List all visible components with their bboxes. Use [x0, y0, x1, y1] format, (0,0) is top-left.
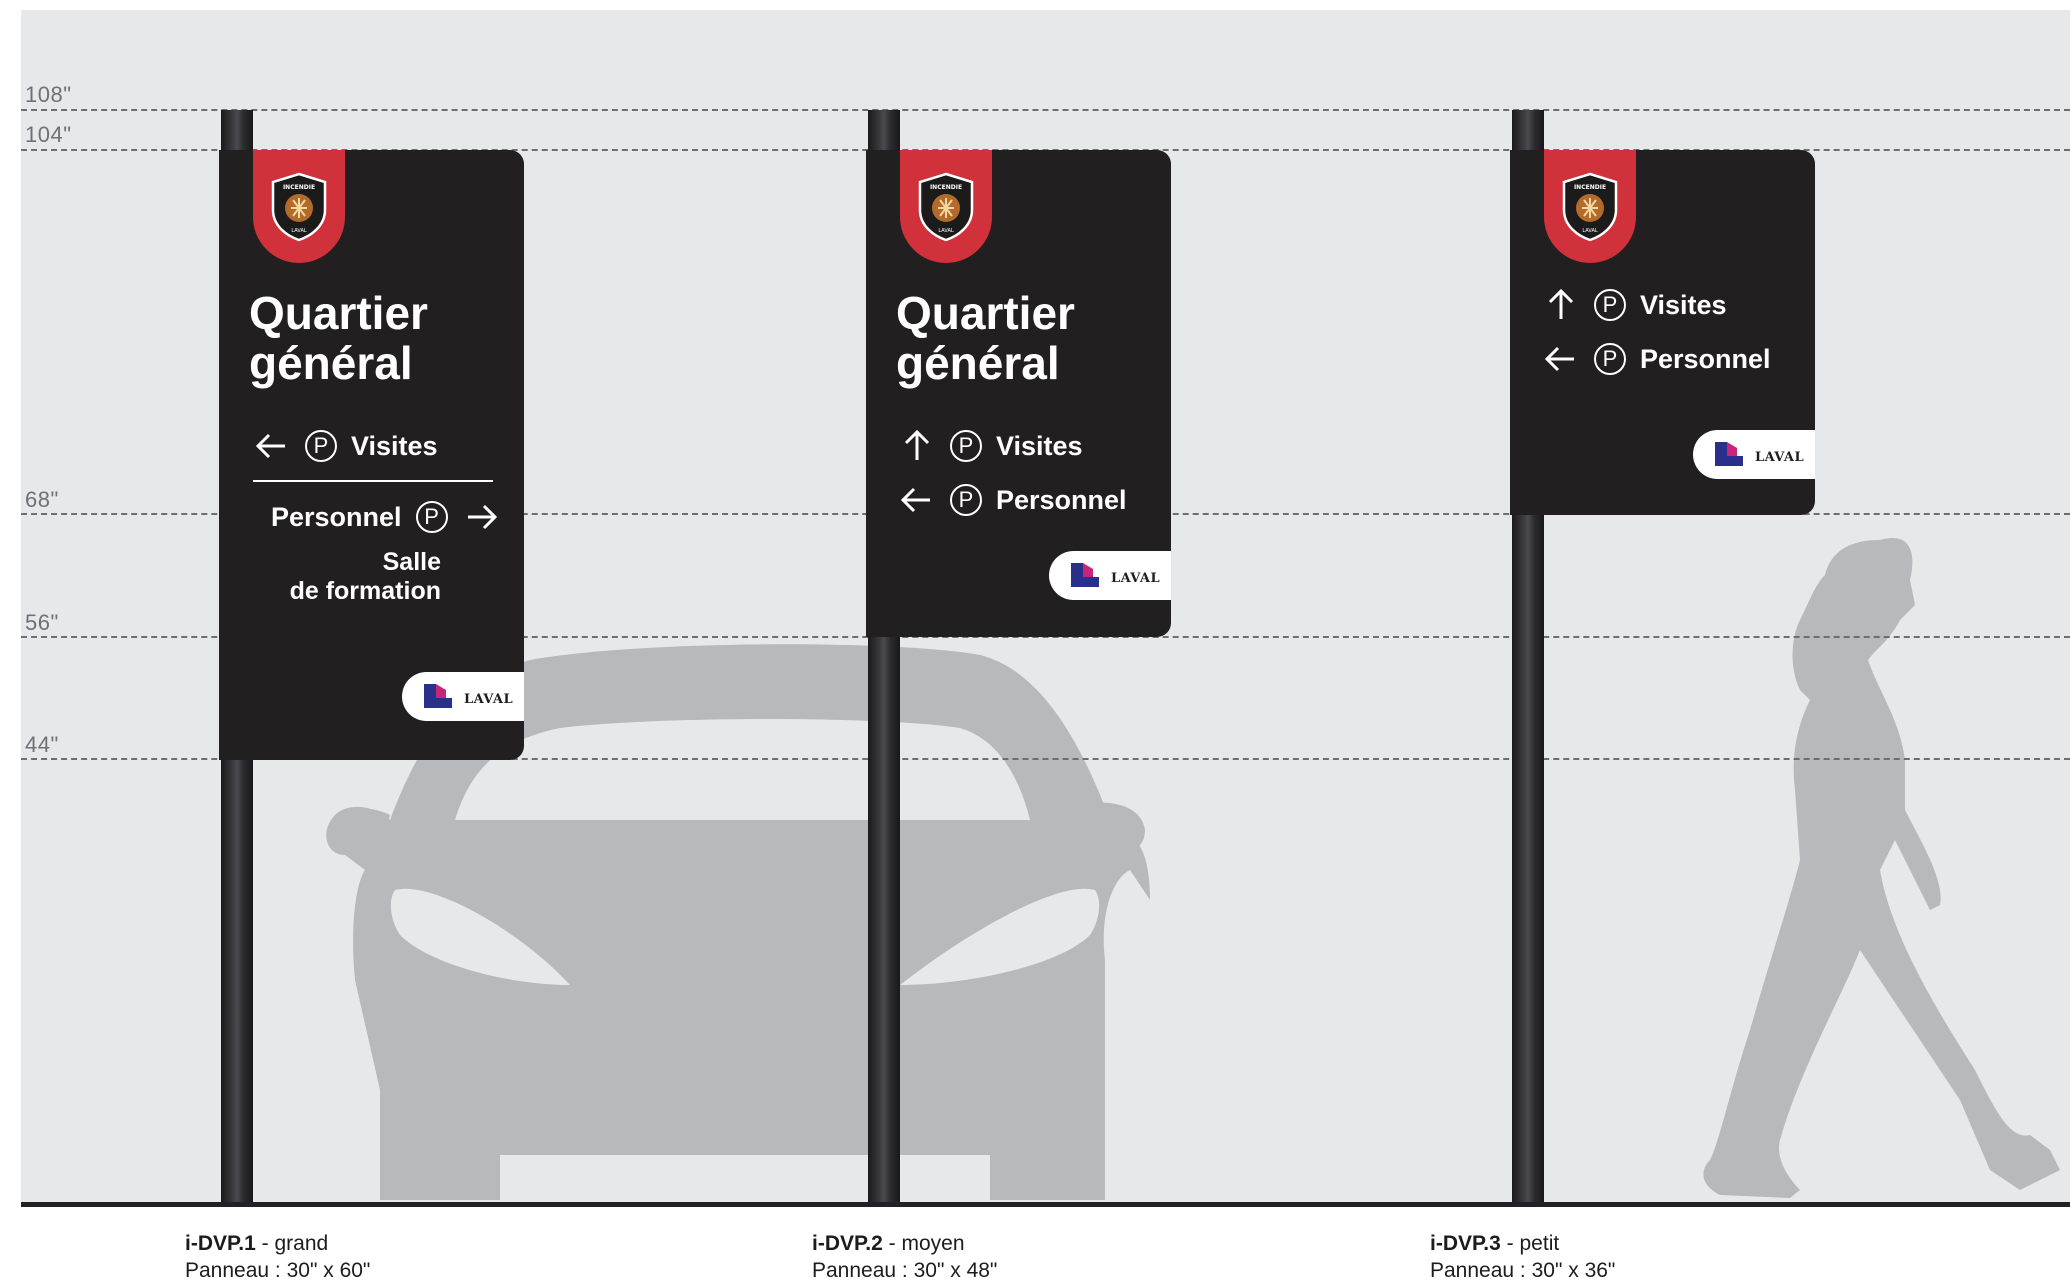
laval-logo-text: LAVAL	[1755, 450, 1805, 465]
laval-logo-text: LAVAL	[1111, 571, 1161, 586]
caption-dvp3: i-DVP.3 - petit Panneau : 30" x 36"	[1430, 1230, 1615, 1284]
directional-row-personnel: P Personnel	[1542, 340, 1771, 378]
personnel-label: Personnel	[271, 501, 402, 532]
svg-text:INCENDIE: INCENDIE	[1574, 184, 1606, 191]
parking-icon: P	[305, 430, 337, 462]
title-line-1: Quartier	[249, 287, 428, 339]
height-label-44: 44"	[25, 732, 59, 757]
title-line-1: Quartier	[896, 287, 1075, 339]
svg-text:LAVAL: LAVAL	[938, 228, 954, 234]
caption-code: i-DVP.1	[185, 1232, 256, 1255]
sign-panel-large: INCENDIE LAVAL Quartier général P Visite…	[219, 150, 524, 760]
caption-panel-size: Panneau : 30" x 36"	[1430, 1259, 1616, 1282]
caption-panel-size: Panneau : 30" x 60"	[185, 1259, 371, 1282]
personnel-label: Personnel	[1640, 343, 1771, 374]
svg-text:INCENDIE: INCENDIE	[283, 184, 315, 191]
arrow-left-icon	[900, 487, 930, 513]
title-line-2: général	[249, 337, 413, 389]
laval-logo-pill: LAVAL	[1049, 551, 1171, 600]
laval-logo-icon	[424, 684, 452, 708]
laval-logo-icon	[1071, 563, 1099, 587]
caption-dvp2: i-DVP.2 - moyen Panneau : 30" x 48"	[812, 1230, 997, 1284]
laval-logo-text: LAVAL	[464, 692, 514, 707]
sign-title: Quartier général	[249, 288, 428, 388]
subtext-line-2: de formation	[289, 577, 441, 605]
sign-panel-small: INCENDIE LAVAL P Visites P Personnel LAV…	[1510, 150, 1815, 515]
caption-code: i-DVP.3	[1430, 1232, 1501, 1255]
visites-label: Visites	[996, 430, 1083, 461]
parking-icon: P	[415, 501, 448, 533]
fire-department-crest-icon: INCENDIE LAVAL	[271, 172, 327, 242]
caption-code: i-DVP.2	[812, 1232, 883, 1255]
laval-logo-pill: LAVAL	[1693, 430, 1815, 479]
height-label-56: 56"	[25, 610, 59, 635]
height-label-108: 108"	[25, 82, 72, 107]
arrow-left-icon	[255, 433, 285, 459]
parking-icon: P	[950, 484, 982, 516]
title-line-2: général	[896, 337, 1060, 389]
arrow-right-icon	[467, 504, 497, 530]
caption-size-name: - petit	[1506, 1232, 1560, 1255]
arrow-left-icon	[1544, 346, 1574, 372]
directional-row-visites: P Visites	[898, 427, 1083, 465]
laval-logo-pill: LAVAL	[402, 672, 524, 721]
fire-department-crest-icon: INCENDIE LAVAL	[918, 172, 974, 242]
height-line-108	[21, 109, 2070, 111]
sign-subtext: Salle de formation	[259, 548, 441, 606]
caption-panel-size: Panneau : 30" x 48"	[812, 1259, 998, 1282]
caption-size-name: - moyen	[888, 1232, 965, 1255]
directional-row-personnel: P Personnel	[898, 481, 1127, 519]
svg-text:LAVAL: LAVAL	[1582, 228, 1598, 234]
crest-tab: INCENDIE LAVAL	[1544, 150, 1636, 263]
laval-logo-icon	[1715, 442, 1743, 466]
svg-text:INCENDIE: INCENDIE	[930, 184, 962, 191]
height-label-68: 68"	[25, 487, 59, 512]
parking-icon: P	[1594, 289, 1626, 321]
visites-label: Visites	[1640, 289, 1727, 320]
personnel-label: Personnel	[996, 484, 1127, 515]
height-label-104: 104"	[25, 122, 72, 147]
sign-panel-medium: INCENDIE LAVAL Quartier général P Visite…	[866, 150, 1171, 637]
crest-tab: INCENDIE LAVAL	[900, 150, 992, 263]
signage-elevation-diagram: 108" 104" 68" 56" 44" INCENDIE LAVAL Qua…	[0, 0, 2070, 1282]
directional-row-visites: P Visites	[253, 427, 438, 465]
parking-icon: P	[950, 430, 982, 462]
ground-line	[21, 1202, 2070, 1207]
subtext-line-1: Salle	[382, 548, 441, 576]
crest-tab: INCENDIE LAVAL	[253, 150, 345, 263]
parking-icon: P	[1594, 343, 1626, 375]
arrow-up-icon	[904, 429, 930, 460]
fire-department-crest-icon: INCENDIE LAVAL	[1562, 172, 1618, 242]
directional-row-personnel: Personnel P	[271, 498, 500, 536]
sign-title: Quartier général	[896, 288, 1075, 388]
caption-size-name: - grand	[261, 1232, 329, 1255]
visites-label: Visites	[351, 430, 438, 461]
svg-text:LAVAL: LAVAL	[291, 228, 307, 234]
caption-dvp1: i-DVP.1 - grand Panneau : 30" x 60"	[185, 1230, 370, 1284]
sign-divider	[253, 480, 493, 482]
directional-row-visites: P Visites	[1542, 286, 1727, 324]
arrow-up-icon	[1548, 288, 1574, 319]
